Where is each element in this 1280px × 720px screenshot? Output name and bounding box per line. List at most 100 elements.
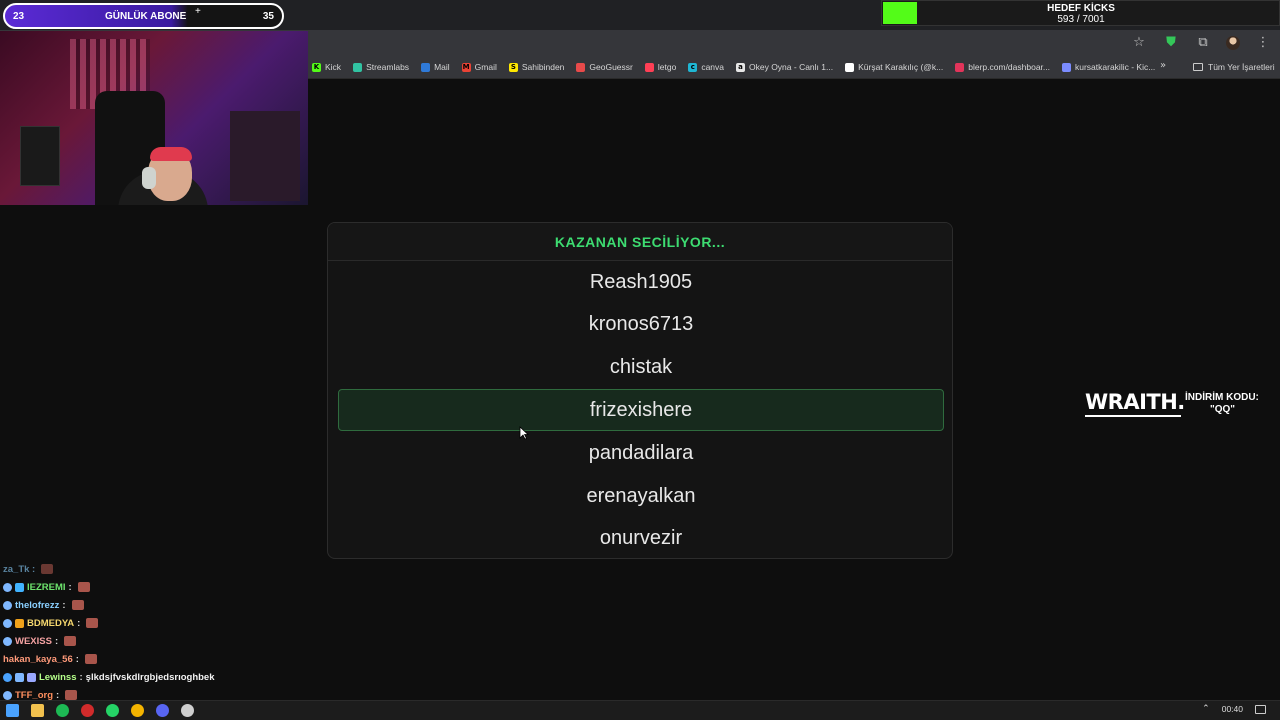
chat-message: şlkdsjfvskdlrgbjedsrıoghbek — [85, 671, 215, 683]
tiktok-icon — [845, 62, 855, 72]
emote-icon — [41, 564, 54, 574]
bookmark-streamlabs[interactable]: Streamlabs — [353, 62, 409, 72]
kick-alt-icon — [1062, 62, 1071, 72]
windows-start-icon[interactable] — [6, 704, 19, 717]
bookmark-label: Kick — [325, 62, 342, 72]
obs-icon[interactable] — [181, 704, 194, 717]
bookmark-label: Kürşat Karakılıç (@k... — [858, 62, 944, 72]
mouse-cursor-icon — [519, 426, 529, 440]
chat-badge-icon — [3, 636, 12, 646]
kick-goal-count: 593 / 7001 — [1057, 14, 1105, 25]
letgo-icon — [644, 62, 654, 72]
chat-badge-icon — [15, 618, 24, 628]
chat-line: hakan_kaya_56: — [3, 652, 97, 666]
bookmark-sahibinden[interactable]: S Sahibinden — [508, 62, 565, 72]
extension-shield-icon[interactable]: ⛊ — [1162, 34, 1180, 52]
wraith-logo: WRAITH. — [1085, 390, 1185, 414]
bookmark-star-icon[interactable]: ☆ — [1130, 34, 1148, 52]
chat-separator: : — [77, 617, 81, 629]
spotify-icon[interactable] — [56, 704, 69, 717]
bookmark-label: Sahibinden — [521, 62, 565, 72]
bookmark-label: GeoGuessr — [589, 62, 633, 72]
chat-separator: : — [62, 599, 66, 611]
chat-badge-icon — [3, 600, 12, 610]
bookmark-blerp[interactable]: blerp.com/dashboar... — [955, 62, 1050, 72]
picker-name: onurvezir — [599, 527, 683, 550]
emote-icon — [86, 618, 99, 628]
emote-icon — [64, 636, 77, 646]
sub-bar-start-value: 23 — [13, 10, 25, 22]
chat-username: WEXISS — [15, 635, 52, 647]
chrome-icon[interactable] — [131, 704, 144, 717]
all-bookmarks-label: Tüm Yer İşaretleri — [1208, 62, 1275, 72]
file-explorer-icon[interactable] — [31, 704, 44, 717]
bookmark-label: blerp.com/dashboar... — [968, 62, 1050, 72]
bookmark-mail[interactable]: Mail — [421, 62, 450, 72]
picker-name: pandadilara — [588, 441, 694, 464]
profile-avatar[interactable] — [1226, 35, 1240, 50]
chat-line: IEZREMI: — [3, 580, 90, 594]
discord-icon[interactable] — [156, 704, 169, 717]
clock-time[interactable]: 00:40 — [1222, 704, 1243, 714]
bookmark-canva[interactable]: c canva — [688, 62, 724, 72]
canva-icon: c — [688, 62, 698, 72]
bookmark-label: kursatkarakilic - Kic... — [1075, 62, 1156, 72]
kick-goal-bar: HEDEF KİCKS 593 / 7001 — [881, 0, 1280, 26]
chat-badge-icon — [27, 672, 36, 682]
emote-icon — [84, 654, 97, 664]
browser-menu-icon[interactable]: ⋮ — [1254, 34, 1272, 52]
bookmark-tiktok[interactable]: Kürşat Karakılıç (@k... — [845, 62, 943, 72]
streamlabs-icon — [353, 62, 363, 72]
chat-separator: : — [68, 581, 72, 593]
picker-name: erenayalkan — [586, 484, 696, 507]
chat-separator: : — [56, 689, 60, 701]
bookmark-label: Okey Oyna - Canlı 1... — [749, 62, 834, 72]
chat-line-partial: za_Tk : — [3, 562, 54, 576]
bookmark-kick[interactable]: K Kick — [312, 62, 341, 72]
webcam-feed — [0, 31, 308, 205]
picker-title: KAZANAN SECİLİYOR... — [554, 233, 726, 250]
mail-icon — [421, 62, 431, 72]
kick-icon: K — [312, 62, 321, 72]
sub-bar-end-value: 35 — [262, 10, 274, 22]
chat-username: hakan_kaya_56 — [3, 653, 73, 665]
gmail-icon: M — [461, 62, 471, 72]
chat-badge-icon — [3, 672, 12, 682]
bookmark-label: letgo — [657, 62, 677, 72]
tray-chevron-up-icon[interactable]: ⌃ — [1202, 704, 1210, 714]
extensions-puzzle-icon[interactable]: ⧉ — [1194, 34, 1212, 52]
bookmark-gmail[interactable]: M Gmail — [461, 62, 497, 72]
chat-separator: : — [75, 653, 79, 665]
wraith-promo: WRAITH. İNDİRİM KODU: "QQ" — [1085, 390, 1275, 420]
picker-header: KAZANAN SECİLİYOR... — [328, 223, 952, 261]
bookmark-kick-alt[interactable]: kursatkarakilic - Kic... — [1062, 62, 1155, 72]
picker-name: kronos6713 — [588, 313, 694, 336]
geoguessr-icon — [576, 62, 586, 72]
chat-separator: : — [54, 635, 59, 647]
chat-line: thelofrezz: — [3, 598, 84, 612]
bookmark-geoguessr[interactable]: GeoGuessr — [576, 62, 633, 72]
bookmark-label: Mail — [434, 62, 450, 72]
whatsapp-icon[interactable] — [106, 704, 119, 717]
opera-icon[interactable] — [81, 704, 94, 717]
sub-bar-label: GÜNLÜK ABONE — [105, 10, 187, 22]
windows-taskbar: ⌃ 00:40 — [0, 700, 1280, 720]
chat-badge-icon — [3, 582, 12, 592]
chat-username: TFF_org — [15, 689, 53, 701]
bookmark-okey[interactable]: a Okey Oyna - Canlı 1... — [736, 62, 833, 72]
system-tray: ⌃ 00:40 — [1202, 704, 1266, 714]
daily-subscriber-bar: 23 GÜNLÜK ABONE + 35 — [3, 3, 284, 29]
all-bookmarks-button[interactable]: Tüm Yer İşaretleri — [1193, 55, 1275, 79]
chat-username: thelofrezz — [15, 599, 60, 611]
bookmarks-overflow-chevron-icon[interactable]: » — [1160, 60, 1166, 71]
bookmark-letgo[interactable]: letgo — [644, 62, 677, 72]
chat-badge-icon — [15, 672, 24, 682]
bookmark-label: Gmail — [474, 62, 497, 72]
discount-code-value: "QQ" — [1210, 404, 1236, 415]
emote-icon — [77, 582, 90, 592]
blerp-icon — [955, 62, 965, 72]
chat-line: WEXISS: — [3, 634, 77, 648]
chat-badge-icon — [15, 582, 24, 592]
notification-icon[interactable] — [1255, 704, 1266, 714]
kick-goal-title: HEDEF KİCKS — [1047, 3, 1115, 14]
